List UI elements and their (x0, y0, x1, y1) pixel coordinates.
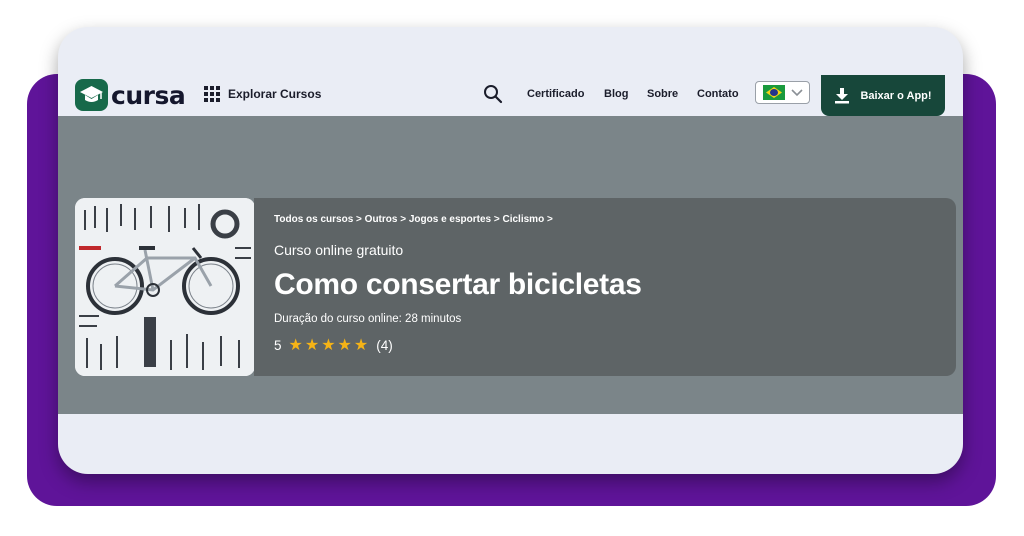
course-thumbnail (75, 198, 255, 376)
star-icon: ★ (288, 336, 303, 354)
course-subtitle: Curso online gratuito (274, 242, 404, 258)
stage: cursa Explorar Cursos Certificado Blog S… (0, 0, 1024, 536)
logo[interactable]: cursa (75, 79, 186, 111)
logo-text: cursa (111, 80, 186, 110)
navbar: cursa Explorar Cursos Certificado Blog S… (58, 75, 963, 116)
star-icon: ★ (353, 336, 369, 354)
language-select[interactable] (755, 81, 810, 104)
course-hero: Todos os cursos > Outros > Jogos e espor… (58, 116, 963, 414)
grid-icon (204, 86, 220, 102)
brazil-flag-icon (763, 85, 785, 100)
course-info-panel: Todos os cursos > Outros > Jogos e espor… (254, 198, 956, 376)
nav-link-contato[interactable]: Contato (697, 88, 739, 100)
logo-cap-icon (75, 79, 108, 111)
star-icon: ★ (337, 336, 352, 354)
nav-link-certificado[interactable]: Certificado (527, 88, 584, 100)
download-app-button[interactable]: Baixar o App! (821, 75, 945, 116)
nav-link-sobre[interactable]: Sobre (647, 88, 678, 100)
download-icon (835, 88, 850, 104)
browser-window: cursa Explorar Cursos Certificado Blog S… (58, 27, 963, 474)
download-app-label: Baixar o App! (860, 89, 932, 102)
rating-stars: ★ ★ ★ ★ ★ (288, 336, 371, 354)
nav-link-blog[interactable]: Blog (604, 88, 628, 100)
search-icon[interactable] (483, 84, 503, 109)
chevron-down-icon (791, 88, 803, 96)
course-duration: Duração do curso online: 28 minutos (274, 313, 462, 325)
course-rating: 5 ★ ★ ★ ★ ★ (4) (274, 336, 393, 354)
rating-value: 5 (274, 338, 282, 353)
star-icon: ★ (321, 336, 336, 354)
explore-courses-label: Explorar Cursos (228, 87, 322, 101)
breadcrumb[interactable]: Todos os cursos > Outros > Jogos e espor… (274, 214, 553, 225)
rating-count: (4) (376, 338, 393, 353)
explore-courses-button[interactable]: Explorar Cursos (204, 86, 321, 102)
star-icon: ★ (304, 336, 320, 354)
course-title: Como consertar bicicletas (274, 268, 642, 301)
